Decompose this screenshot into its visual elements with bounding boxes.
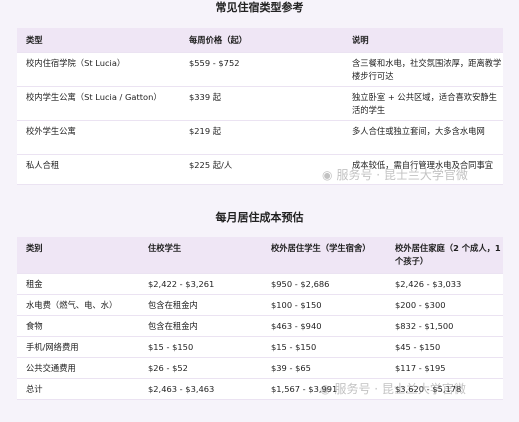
cell-off-campus-student: $463 - $940 [262,315,386,337]
table-header-row: 类别 住校学生 校外居住学生（学生宿舍） 校外居住家庭（2 个成人，1个孩子） [17,237,503,274]
table-header-row: 类型 每周价格（起） 说明 [17,28,503,53]
cell-category: 手机/网络费用 [17,336,139,358]
wechat-icon: ◉ [322,168,333,182]
cell-category: 总计 [17,378,139,400]
cell-category: 食物 [17,315,139,337]
cell-on-campus: $15 - $150 [139,336,262,358]
monthly-cost-table: 类别 住校学生 校外居住学生（学生宿舍） 校外居住家庭（2 个成人，1个孩子） … [17,237,503,400]
watermark-text: 服务号 · 昆士兰大学官微 [334,382,466,396]
cell-description: 多人合住或独立套间，大多含水电网 [343,120,503,155]
cell-description: 含三餐和水电，社交氛围浓厚，距离教学楼步行可达 [343,52,503,87]
table-row: 食物 包含在租金内 $463 - $940 $832 - $1,500 [17,315,503,337]
header-description: 说明 [343,28,503,53]
header-category: 类别 [17,237,139,274]
table-row: 校外学生公寓 $219 起 多人合住或独立套间，大多含水电网 [17,120,503,155]
cell-price: $225 起/人 [180,154,343,185]
cell-off-campus-family: $45 - $150 [386,336,503,358]
header-off-campus-student: 校外居住学生（学生宿舍） [262,237,386,274]
header-weekly-price: 每周价格（起） [180,28,343,53]
accommodation-types-table: 类型 每周价格（起） 说明 校内住宿学院（St Lucia） $559 - $7… [17,28,503,185]
cell-price: $219 起 [180,120,343,155]
cell-on-campus: $2,463 - $3,463 [139,378,262,400]
cell-price: $339 起 [180,86,343,121]
cell-price: $559 - $752 [180,52,343,87]
accommodation-types-title: 常见住宿类型参考 [215,1,304,14]
table-row: 手机/网络费用 $15 - $150 $15 - $150 $45 - $150 [17,336,503,358]
table-row: 校内学生公寓（St Lucia / Gatton） $339 起 独立卧室 + … [17,86,503,121]
cell-off-campus-family: $200 - $300 [386,294,503,316]
header-off-campus-family: 校外居住家庭（2 个成人，1个孩子） [386,237,503,274]
cell-off-campus-student: $39 - $65 [262,357,386,379]
table-row: 水电费（燃气、电、水） 包含在租金内 $100 - $150 $200 - $3… [17,294,503,316]
cell-description: 独立卧室 + 公共区域，适合喜欢安静生活的学生 [343,86,503,121]
watermark-text: 服务号 · 昆士兰大学官微 [336,168,468,182]
cell-type: 校内住宿学院（St Lucia） [17,52,180,87]
cell-type: 私人合租 [17,154,180,185]
table-row: 校内住宿学院（St Lucia） $559 - $752 含三餐和水电，社交氛围… [17,52,503,87]
cell-type: 校外学生公寓 [17,120,180,155]
cell-off-campus-student: $15 - $150 [262,336,386,358]
cell-category: 水电费（燃气、电、水） [17,294,139,316]
header-type: 类型 [17,28,180,53]
wechat-icon: ◉ [320,382,331,396]
cell-category: 租金 [17,273,139,295]
cell-category: 公共交通费用 [17,357,139,379]
cell-off-campus-family: $2,426 - $3,033 [386,273,503,295]
table-row: 租金 $2,422 - $3,261 $950 - $2,686 $2,426 … [17,273,503,295]
header-on-campus: 住校学生 [139,237,262,274]
cell-type: 校内学生公寓（St Lucia / Gatton） [17,86,180,121]
table-row: 公共交通费用 $26 - $52 $39 - $65 $117 - $195 [17,357,503,379]
cell-off-campus-family: $117 - $195 [386,357,503,379]
cell-on-campus: $26 - $52 [139,357,262,379]
cell-on-campus: 包含在租金内 [139,315,262,337]
cell-on-campus: 包含在租金内 [139,294,262,316]
monthly-cost-title: 每月居住成本预估 [215,211,304,224]
watermark: ◉ 服务号 · 昆士兰大学官微 [322,166,468,183]
cell-off-campus-family: $832 - $1,500 [386,315,503,337]
cell-off-campus-student: $100 - $150 [262,294,386,316]
watermark: ◉ 服务号 · 昆士兰大学官微 [320,380,466,397]
cell-off-campus-student: $950 - $2,686 [262,273,386,295]
cell-on-campus: $2,422 - $3,261 [139,273,262,295]
